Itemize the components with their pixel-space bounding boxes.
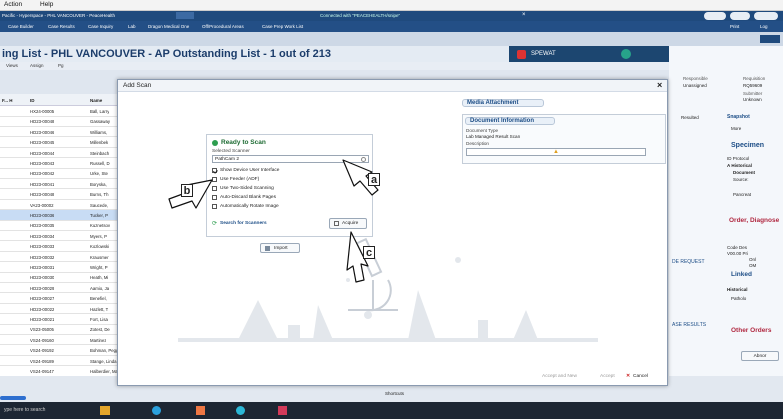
annotation-label-c: c (363, 246, 375, 259)
annotation-overlay (168, 159, 379, 283)
annotation-label-b: b (181, 184, 193, 197)
annotation-label-a: a (368, 173, 380, 186)
